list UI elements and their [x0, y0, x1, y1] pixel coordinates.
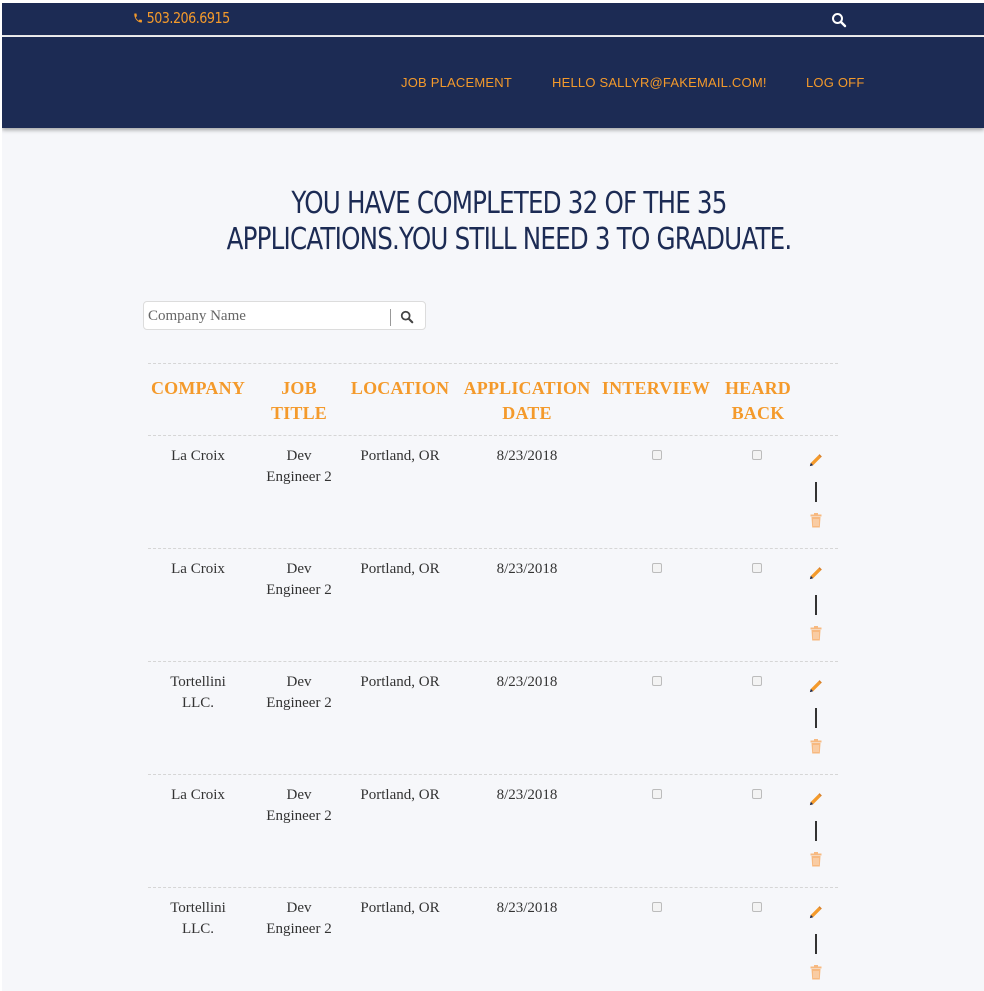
cell-job-title: Dev Engineer 2 [266, 787, 332, 824]
phone-number: 503.206.6915 [146, 9, 231, 27]
pencil-icon[interactable] [808, 792, 823, 807]
action-separator [815, 595, 817, 615]
trash-icon[interactable] [810, 852, 822, 867]
phone-icon [134, 13, 142, 23]
cell-location: Portland, OR [360, 448, 440, 464]
cell-company: Tortellini LLC. [170, 674, 226, 711]
interview-checkbox[interactable] [652, 789, 662, 799]
phone-link[interactable]: 503.206.6915 [133, 9, 230, 27]
nav-log-off[interactable]: LOG OFF [806, 75, 864, 90]
row-actions [806, 905, 824, 985]
company-search-input[interactable] [148, 305, 384, 327]
cell-location: Portland, OR [360, 674, 440, 690]
table-row: La Croix Dev Engineer 2 Portland, OR 8/23… [148, 548, 838, 661]
interview-checkbox[interactable] [652, 676, 662, 686]
cell-application-date: 8/23/2018 [496, 674, 558, 690]
pencil-icon[interactable] [808, 453, 823, 468]
cell-job-title: Dev Engineer 2 [266, 674, 332, 711]
page-title: YOU HAVE COMPLETED 32 OF THE 35 APPLICAT… [226, 186, 793, 257]
cell-job-title: Dev Engineer 2 [266, 448, 332, 485]
action-separator [815, 482, 817, 502]
nav-job-placement[interactable]: JOB PLACEMENT [401, 75, 512, 90]
cell-location: Portland, OR [360, 561, 440, 577]
header-company[interactable]: COMPANY [148, 376, 248, 401]
page: 503.206.6915 JOB PLACEMENT HELLO SALLYR@… [2, 3, 984, 991]
search-divider [390, 309, 391, 326]
pencil-icon[interactable] [808, 905, 823, 920]
cell-company: La Croix [171, 787, 225, 803]
cell-company: La Croix [171, 448, 225, 464]
search-icon[interactable] [831, 12, 847, 28]
action-separator [815, 708, 817, 728]
trash-icon[interactable] [810, 739, 822, 754]
table-row: Tortellini LLC. Dev Engineer 2 Portland, O… [148, 661, 838, 774]
cell-company: Tortellini LLC. [170, 900, 226, 937]
row-actions [806, 792, 824, 872]
cell-job-title: Dev Engineer 2 [266, 900, 332, 937]
heard-back-checkbox[interactable] [752, 676, 762, 686]
heard-back-checkbox[interactable] [752, 789, 762, 799]
heard-back-checkbox[interactable] [752, 563, 762, 573]
pencil-icon[interactable] [808, 566, 823, 581]
interview-checkbox[interactable] [652, 902, 662, 912]
cell-job-title: Dev Engineer 2 [266, 561, 332, 598]
trash-icon[interactable] [810, 965, 822, 980]
row-actions [806, 679, 824, 759]
interview-checkbox[interactable] [652, 563, 662, 573]
heard-back-checkbox[interactable] [752, 902, 762, 912]
cell-company: La Croix [171, 561, 225, 577]
main-nav: JOB PLACEMENT HELLO SALLYR@FAKEMAIL.COM!… [2, 37, 984, 128]
header-heard-back[interactable]: HEARD BACK [720, 376, 796, 426]
pencil-icon[interactable] [808, 679, 823, 694]
header-application-date[interactable]: APPLICATION DATE [458, 376, 596, 426]
top-bar: 503.206.6915 [2, 3, 984, 36]
header-location[interactable]: LOCATION [348, 376, 452, 401]
search-button-icon[interactable] [400, 310, 414, 324]
heard-back-checkbox[interactable] [752, 450, 762, 460]
applications-table: COMPANY JOB TITLE LOCATION APPLICATION DAT… [148, 363, 838, 991]
cell-application-date: 8/23/2018 [496, 787, 558, 803]
cell-application-date: 8/23/2018 [496, 448, 558, 464]
company-search [143, 301, 426, 330]
header-job-title[interactable]: JOB TITLE [248, 376, 350, 426]
header-interview[interactable]: INTERVIEW [600, 376, 712, 401]
table-header-row: COMPANY JOB TITLE LOCATION APPLICATION DAT… [148, 363, 838, 435]
table-row: La Croix Dev Engineer 2 Portland, OR 8/23… [148, 435, 838, 548]
cell-location: Portland, OR [360, 787, 440, 803]
trash-icon[interactable] [810, 626, 822, 641]
action-separator [815, 821, 817, 841]
table-row: La Croix Dev Engineer 2 Portland, OR 8/23… [148, 774, 838, 887]
action-separator [815, 934, 817, 954]
interview-checkbox[interactable] [652, 450, 662, 460]
cell-application-date: 8/23/2018 [496, 561, 558, 577]
nav-user-greeting[interactable]: HELLO SALLYR@FAKEMAIL.COM! [552, 75, 767, 90]
cell-location: Portland, OR [360, 900, 440, 916]
cell-application-date: 8/23/2018 [496, 900, 558, 916]
trash-icon[interactable] [810, 513, 822, 528]
row-actions [806, 453, 824, 533]
row-actions [806, 566, 824, 646]
table-row: Tortellini LLC. Dev Engineer 2 Portland, O… [148, 887, 838, 991]
